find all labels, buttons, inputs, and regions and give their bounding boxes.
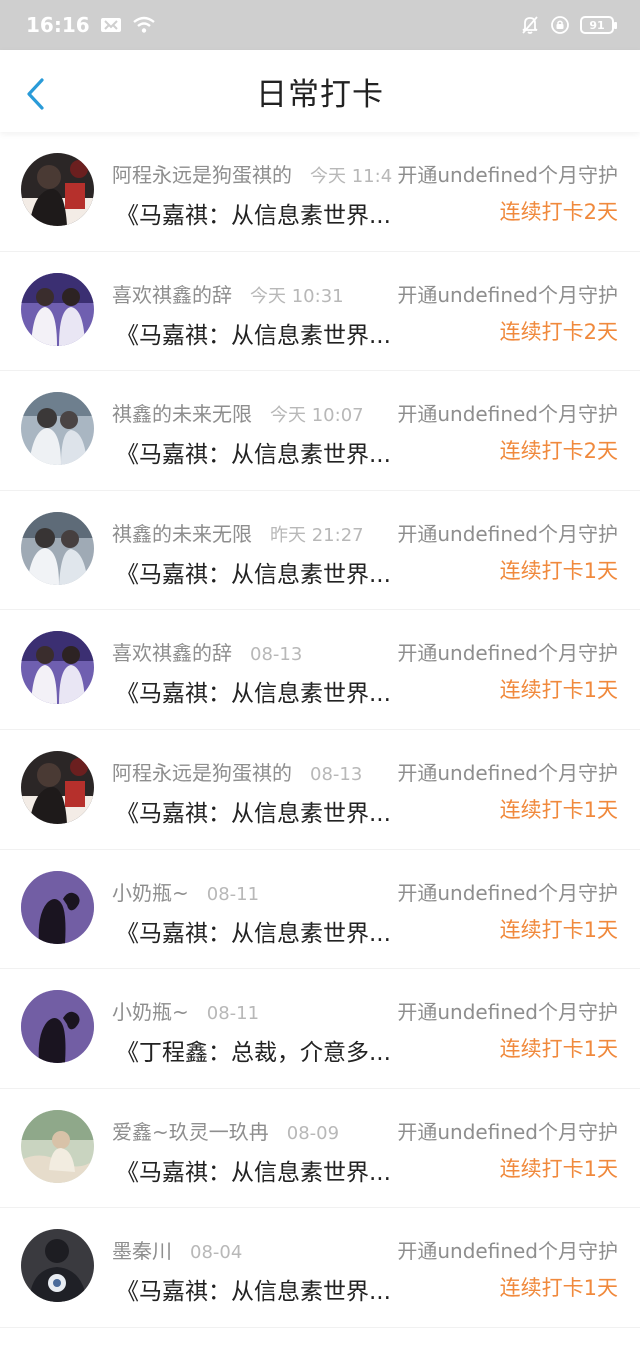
username[interactable]: 祺鑫的未来无限 xyxy=(112,398,252,427)
streak-badge: 连续打卡2天 xyxy=(499,200,618,224)
user-line: 祺鑫的未来无限 今天 10:07 xyxy=(112,398,364,427)
username[interactable]: 小奶瓶~ xyxy=(112,877,189,906)
checkin-time: 08-13 xyxy=(250,644,303,666)
book-title[interactable]: 《马嘉祺：从信息素世界... xyxy=(116,674,391,708)
wifi-icon xyxy=(132,16,156,34)
streak-badge: 连续打卡1天 xyxy=(499,558,618,583)
checkin-row[interactable]: 喜欢祺鑫的辞 08-13 开通undefined个月守护 《马嘉祺：从信息素世界… xyxy=(0,610,640,730)
avatar[interactable] xyxy=(21,870,94,944)
status-right: 91 xyxy=(520,15,617,35)
status-time: 16:16 xyxy=(26,13,90,37)
book-title[interactable]: 《马嘉祺：从信息素世界... xyxy=(116,794,391,828)
avatar[interactable] xyxy=(21,990,94,1064)
streak-badge: 连续打卡1天 xyxy=(499,1037,618,1062)
checkin-row[interactable]: 阿程永远是狗蛋祺的 今天 11:4 开通undefined个月守护 《马嘉祺：从… xyxy=(0,132,640,252)
streak-badge: 连续打卡1天 xyxy=(499,917,618,942)
username[interactable]: 喜欢祺鑫的辞 xyxy=(112,637,232,666)
book-title[interactable]: 《马嘉祺：从信息素世界... xyxy=(116,435,391,469)
status-left: 16:16 xyxy=(26,13,156,37)
streak-badge: 连续打卡2天 xyxy=(499,439,618,464)
battery-level: 91 xyxy=(589,18,605,32)
username[interactable]: 墨秦川 xyxy=(112,1235,172,1264)
guard-status: 开通undefined个月守护 xyxy=(395,637,618,667)
avatar[interactable] xyxy=(21,631,94,705)
user-line: 小奶瓶~ 08-11 xyxy=(112,877,259,906)
checkin-time: 08-09 xyxy=(286,1122,340,1144)
avatar[interactable] xyxy=(21,272,94,346)
checkin-list: 阿程永远是狗蛋祺的 今天 11:4 开通undefined个月守护 《马嘉祺：从… xyxy=(0,132,640,1328)
book-title[interactable]: 《马嘉祺：从信息素世界... xyxy=(116,1153,391,1187)
checkin-time: 昨天 21:27 xyxy=(270,524,364,546)
avatar[interactable] xyxy=(21,1109,94,1183)
user-line: 爱鑫~玖灵一玖冉 08-09 xyxy=(112,1116,339,1145)
checkin-row[interactable]: 小奶瓶~ 08-11 开通undefined个月守护 《丁程鑫：总裁，介意多..… xyxy=(0,969,640,1089)
checkin-time: 今天 10:31 xyxy=(250,285,344,307)
chevron-left-icon xyxy=(27,78,44,110)
checkin-row[interactable]: 爱鑫~玖灵一玖冉 08-09 开通undefined个月守护 《马嘉祺：从信息素… xyxy=(0,1089,640,1209)
back-button[interactable] xyxy=(16,74,56,114)
streak-badge: 连续打卡2天 xyxy=(499,319,618,344)
avatar[interactable] xyxy=(21,153,94,226)
checkin-row[interactable]: 喜欢祺鑫的辞 今天 10:31 开通undefined个月守护 《马嘉祺：从信息… xyxy=(0,252,640,372)
checkin-time: 08-04 xyxy=(190,1242,243,1264)
status-bar: 16:16 91 xyxy=(0,0,640,50)
username[interactable]: 阿程永远是狗蛋祺的 xyxy=(112,159,292,188)
checkin-row[interactable]: 阿程永远是狗蛋祺的 08-13 开通undefined个月守护 《马嘉祺：从信息… xyxy=(0,730,640,850)
checkin-row[interactable]: 祺鑫的未来无限 今天 10:07 开通undefined个月守护 《马嘉祺：从信… xyxy=(0,371,640,491)
checkin-time: 08-13 xyxy=(310,763,363,785)
username[interactable]: 祺鑫的未来无限 xyxy=(112,518,252,547)
checkin-time: 08-11 xyxy=(206,1003,260,1025)
book-title[interactable]: 《马嘉祺：从信息素世界... xyxy=(116,914,391,948)
user-line: 小奶瓶~ 08-11 xyxy=(112,996,259,1025)
username[interactable]: 喜欢祺鑫的辞 xyxy=(112,279,232,308)
guard-status: 开通undefined个月守护 xyxy=(395,756,618,786)
guard-status: 开通undefined个月守护 xyxy=(395,1115,618,1145)
book-title[interactable]: 《马嘉祺：从信息素世界... xyxy=(116,555,391,589)
username[interactable]: 阿程永远是狗蛋祺的 xyxy=(112,757,292,786)
guard-status: 开通undefined个月守护 xyxy=(395,517,618,547)
checkin-time: 今天 10:07 xyxy=(270,405,364,427)
streak-badge: 连续打卡1天 xyxy=(499,797,618,822)
guard-status: 开通undefined个月守护 xyxy=(395,278,618,308)
mail-icon xyxy=(100,17,122,33)
book-title[interactable]: 《马嘉祺：从信息素世界... xyxy=(116,196,391,230)
username[interactable]: 小奶瓶~ xyxy=(112,996,189,1025)
user-line: 墨秦川 08-04 xyxy=(112,1235,242,1264)
guard-status: 开通undefined个月守护 xyxy=(395,876,618,906)
battery-icon: 91 xyxy=(580,16,617,34)
checkin-row[interactable]: 墨秦川 08-04 开通undefined个月守护 《马嘉祺：从信息素世界...… xyxy=(0,1208,640,1328)
guard-status: 开通undefined个月守护 xyxy=(395,996,618,1026)
guard-status: 开通undefined个月守护 xyxy=(395,398,618,428)
avatar[interactable] xyxy=(21,392,94,466)
book-title[interactable]: 《马嘉祺：从信息素世界... xyxy=(116,1272,391,1306)
streak-badge: 连续打卡1天 xyxy=(499,1156,618,1181)
avatar[interactable] xyxy=(21,1229,94,1303)
user-line: 阿程永远是狗蛋祺的 今天 11:4 xyxy=(112,159,392,188)
streak-badge: 连续打卡1天 xyxy=(499,1276,618,1301)
user-line: 喜欢祺鑫的辞 08-13 xyxy=(112,637,302,666)
username[interactable]: 爱鑫~玖灵一玖冉 xyxy=(112,1116,269,1145)
guard-status: 开通undefined个月守护 xyxy=(395,1235,618,1265)
avatar[interactable] xyxy=(21,750,94,824)
checkin-time: 今天 11:4 xyxy=(310,166,393,187)
book-title[interactable]: 《马嘉祺：从信息素世界... xyxy=(116,316,391,350)
checkin-row[interactable]: 小奶瓶~ 08-11 开通undefined个月守护 《马嘉祺：从信息素世界..… xyxy=(0,850,640,970)
page-title: 日常打卡 xyxy=(256,76,384,113)
book-title[interactable]: 《丁程鑫：总裁，介意多... xyxy=(116,1033,391,1067)
guard-status: 开通undefined个月守护 xyxy=(395,159,618,188)
user-line: 祺鑫的未来无限 昨天 21:27 xyxy=(112,518,364,547)
streak-badge: 连续打卡1天 xyxy=(499,678,618,703)
user-line: 喜欢祺鑫的辞 今天 10:31 xyxy=(112,279,344,308)
avatar[interactable] xyxy=(21,511,94,585)
user-line: 阿程永远是狗蛋祺的 08-13 xyxy=(112,757,362,786)
nav-bar: 日常打卡 xyxy=(0,50,640,132)
checkin-time: 08-11 xyxy=(206,883,260,905)
checkin-row[interactable]: 祺鑫的未来无限 昨天 21:27 开通undefined个月守护 《马嘉祺：从信… xyxy=(0,491,640,611)
mute-bell-icon xyxy=(520,15,540,35)
lock-rotation-icon xyxy=(550,15,570,35)
